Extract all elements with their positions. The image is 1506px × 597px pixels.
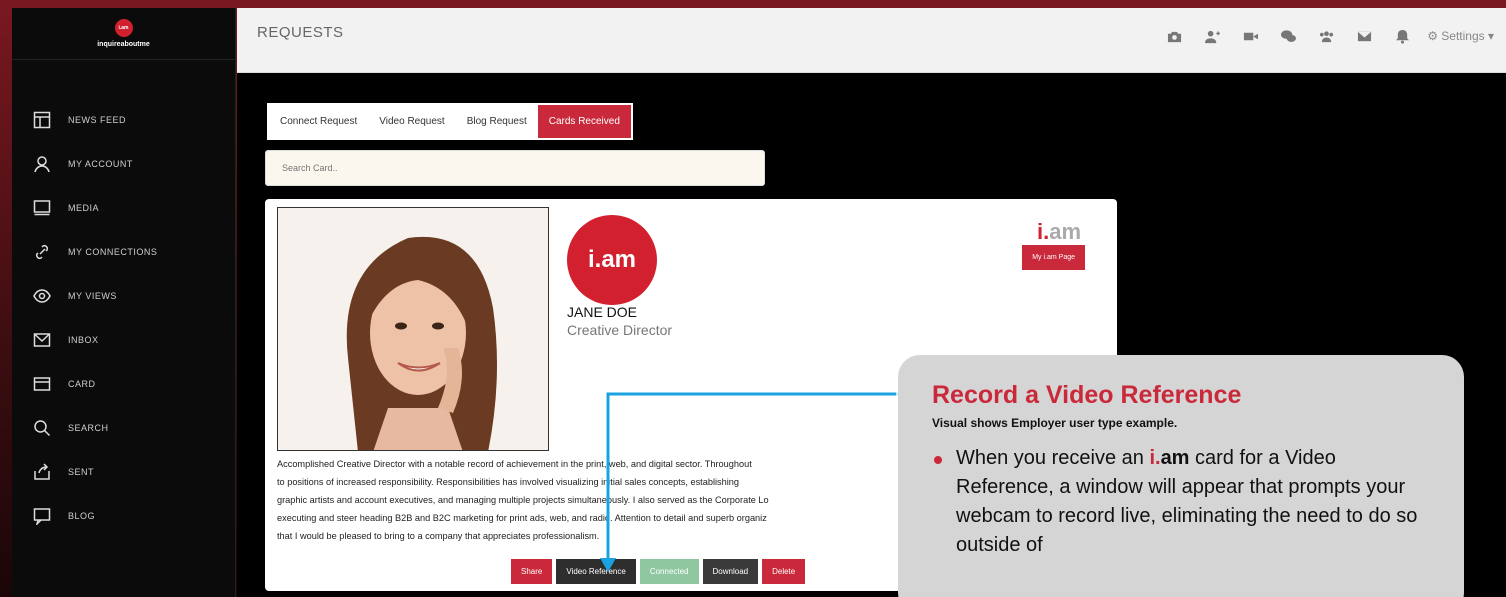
- group-icon[interactable]: [1307, 27, 1345, 45]
- user-icon: [32, 154, 52, 174]
- tab-video-request[interactable]: Video Request: [368, 105, 455, 138]
- sidebar-item-my-views[interactable]: MY VIEWS: [12, 274, 235, 318]
- sidebar-item-label: SENT: [68, 467, 95, 477]
- add-user-icon[interactable]: [1193, 27, 1231, 45]
- share-button[interactable]: Share: [511, 559, 553, 584]
- callout-bullet: When you receive an i.am card for a Vide…: [932, 444, 1430, 560]
- sidebar-item-card[interactable]: CARD: [12, 362, 235, 406]
- link-icon: [32, 242, 52, 262]
- person-title: Creative Director: [567, 322, 673, 338]
- sidebar-nav: NEWS FEED MY ACCOUNT MEDIA MY CONNECTION…: [12, 98, 235, 538]
- video-icon[interactable]: [1231, 27, 1269, 45]
- sidebar-item-label: BLOG: [68, 511, 96, 521]
- sidebar-item-search[interactable]: SEARCH: [12, 406, 235, 450]
- tab-blog-request[interactable]: Blog Request: [456, 105, 538, 138]
- callout-panel: Record a Video Reference Visual shows Em…: [898, 355, 1464, 597]
- sidebar-item-media[interactable]: MEDIA: [12, 186, 235, 230]
- search-card-input[interactable]: [265, 150, 765, 186]
- delete-button[interactable]: Delete: [762, 559, 806, 584]
- sidebar-item-label: INBOX: [68, 335, 99, 345]
- sidebar-item-label: MY ACCOUNT: [68, 159, 133, 169]
- brand[interactable]: i.am inquireaboutme: [12, 8, 235, 60]
- person-name: JANE DOE: [567, 304, 638, 320]
- monitor-icon: [32, 198, 52, 218]
- brand-name: inquireaboutme: [97, 41, 150, 48]
- sidebar-item-label: NEWS FEED: [68, 115, 127, 125]
- sidebar-item-my-connections[interactable]: MY CONNECTIONS: [12, 230, 235, 274]
- eye-icon: [32, 286, 52, 306]
- brand-logo: i.am: [114, 19, 133, 37]
- iam-mark-dot: i.: [1036, 219, 1050, 244]
- share-icon: [32, 462, 52, 482]
- mail-icon[interactable]: [1345, 27, 1383, 45]
- iam-inline-dot: i.: [1149, 447, 1161, 469]
- envelope-icon: [32, 330, 52, 350]
- card-actions: Share Video Reference Connected Download…: [511, 559, 806, 584]
- sidebar-item-blog[interactable]: BLOG: [12, 494, 235, 538]
- sidebar-item-my-account[interactable]: MY ACCOUNT: [12, 142, 235, 186]
- sidebar-item-sent[interactable]: SENT: [12, 450, 235, 494]
- tab-connect-request[interactable]: Connect Request: [269, 105, 368, 138]
- sidebar-item-label: MEDIA: [68, 203, 100, 213]
- news-feed-icon: [32, 110, 52, 130]
- video-reference-button[interactable]: Video Reference: [556, 559, 636, 584]
- iam-inline-rest: am: [1160, 447, 1190, 469]
- page-title: REQUESTS: [257, 24, 344, 41]
- sidebar-item-label: CARD: [68, 379, 96, 389]
- iam-mark-rest: am: [1049, 219, 1081, 244]
- chat-icon[interactable]: [1269, 27, 1307, 45]
- iam-brand-mark: i.am: [1037, 219, 1081, 245]
- sidebar: i.am inquireaboutme NEWS FEED MY ACCOUNT…: [12, 8, 236, 597]
- profile-photo: [277, 207, 549, 451]
- card-logo: i.am: [567, 215, 657, 305]
- chat-icon: [32, 506, 52, 526]
- settings-label: Settings: [1441, 29, 1485, 43]
- top-icon-bar: ⚙ Settings ▾: [1155, 27, 1494, 45]
- sidebar-item-label: SEARCH: [68, 423, 109, 433]
- callout-subtitle: Visual shows Employer user type example.: [932, 416, 1178, 430]
- my-iam-page-button[interactable]: My i.am Page: [1022, 245, 1085, 270]
- sidebar-item-label: MY CONNECTIONS: [68, 247, 158, 257]
- search-icon: [32, 418, 52, 438]
- download-button[interactable]: Download: [702, 559, 759, 584]
- bell-icon[interactable]: [1383, 27, 1421, 45]
- camera-icon[interactable]: [1155, 27, 1193, 45]
- tab-cards-received[interactable]: Cards Received: [537, 105, 631, 138]
- connected-button[interactable]: Connected: [639, 559, 699, 584]
- top-bar: REQUESTS ⚙ Settings ▾: [237, 8, 1506, 73]
- iam-inline-brand: i.am: [1149, 447, 1189, 469]
- callout-title: Record a Video Reference: [932, 381, 1242, 409]
- sidebar-item-label: MY VIEWS: [68, 291, 117, 301]
- card-icon: [32, 374, 52, 394]
- request-tabs: Connect Request Video Request Blog Reque…: [267, 103, 633, 140]
- sidebar-item-news-feed[interactable]: NEWS FEED: [12, 98, 235, 142]
- sidebar-item-inbox[interactable]: INBOX: [12, 318, 235, 362]
- callout-list: When you receive an i.am card for a Vide…: [932, 444, 1430, 560]
- settings-menu[interactable]: ⚙ Settings ▾: [1427, 29, 1494, 43]
- bullet-text-pre: When you receive an: [956, 447, 1150, 469]
